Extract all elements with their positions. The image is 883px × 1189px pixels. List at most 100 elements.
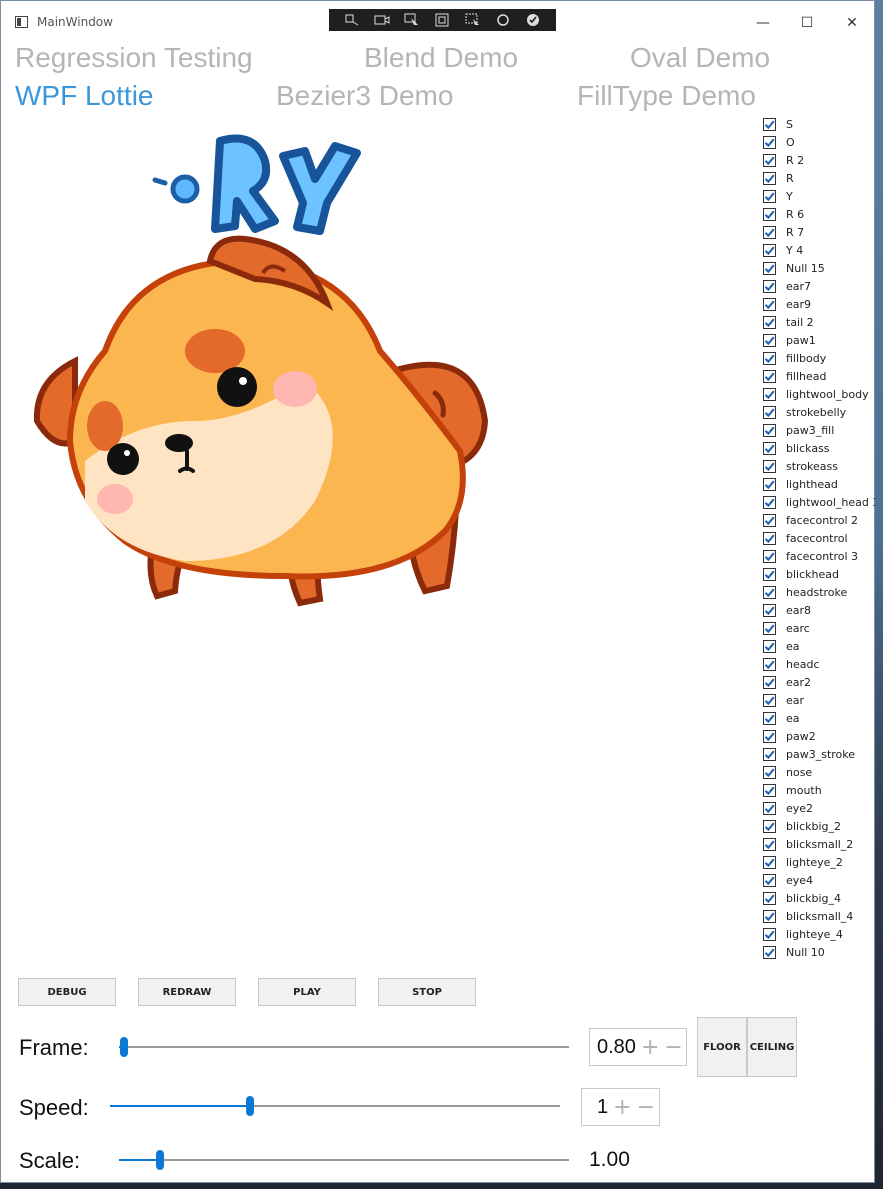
layer-checkbox[interactable] [763, 945, 776, 959]
layer-item[interactable]: R [761, 169, 875, 187]
speed-increment-button[interactable]: + [613, 1095, 631, 1120]
layer-checkbox[interactable] [763, 369, 776, 383]
layer-checkbox[interactable] [763, 135, 776, 149]
debug-button[interactable]: DEBUG [18, 978, 116, 1006]
layer-item[interactable]: Null 15 [761, 259, 875, 277]
layer-item[interactable]: ear9 [761, 295, 875, 313]
live-tree-icon[interactable] [344, 13, 360, 27]
layer-item[interactable]: lightwool_body [761, 385, 875, 403]
layer-checkbox[interactable] [763, 531, 776, 545]
speed-decrement-button[interactable]: − [637, 1095, 655, 1120]
layer-checkbox[interactable] [763, 603, 776, 617]
layer-checkbox[interactable] [763, 189, 776, 203]
layer-checkbox[interactable] [763, 585, 776, 599]
nav-oval-demo[interactable]: Oval Demo [630, 42, 770, 74]
layer-checkbox[interactable] [763, 459, 776, 473]
layer-item[interactable]: paw2 [761, 727, 875, 745]
hot-reload-icon[interactable] [495, 13, 511, 27]
layer-item[interactable]: eye2 [761, 799, 875, 817]
layer-checkbox[interactable] [763, 837, 776, 851]
layer-item[interactable]: facecontrol 2 [761, 511, 875, 529]
layer-item[interactable]: ear7 [761, 277, 875, 295]
layer-checkbox[interactable] [763, 387, 776, 401]
layer-checkbox[interactable] [763, 423, 776, 437]
layer-item[interactable]: eye4 [761, 871, 875, 889]
speed-value[interactable]: 1 [582, 1096, 608, 1119]
scale-slider[interactable] [119, 1150, 569, 1170]
layer-checkbox[interactable] [763, 495, 776, 509]
layer-item[interactable]: strokebelly [761, 403, 875, 421]
layer-checkbox[interactable] [763, 909, 776, 923]
maximize-button[interactable]: ☐ [796, 13, 818, 33]
layer-item[interactable]: blickass [761, 439, 875, 457]
layer-item[interactable]: blickbig_4 [761, 889, 875, 907]
layer-checkbox[interactable] [763, 621, 776, 635]
speed-numeric-input[interactable]: 1 + − [581, 1088, 660, 1126]
layer-checkbox[interactable] [763, 261, 776, 275]
layer-checkbox[interactable] [763, 891, 776, 905]
layer-checkbox[interactable] [763, 675, 776, 689]
layer-checkbox[interactable] [763, 765, 776, 779]
layer-checkbox[interactable] [763, 729, 776, 743]
layer-item[interactable]: blicksmall_4 [761, 907, 875, 925]
layer-checkbox[interactable] [763, 747, 776, 761]
layer-item[interactable]: earc [761, 619, 875, 637]
layer-checkbox[interactable] [763, 657, 776, 671]
frame-numeric-input[interactable]: 0.80 + − [589, 1028, 687, 1066]
layer-checkbox[interactable] [763, 153, 776, 167]
layer-item[interactable]: fillhead [761, 367, 875, 385]
nav-wpf-lottie[interactable]: WPF Lottie [15, 80, 153, 112]
layer-item[interactable]: facecontrol 3 [761, 547, 875, 565]
layer-item[interactable]: O [761, 133, 875, 151]
video-icon[interactable] [374, 13, 390, 27]
speed-slider-thumb[interactable] [245, 1096, 254, 1116]
minimize-button[interactable]: — [752, 13, 774, 33]
layer-item[interactable]: ea [761, 709, 875, 727]
ceiling-button[interactable]: CEILING [747, 1017, 797, 1077]
layer-checkbox[interactable] [763, 855, 776, 869]
layer-item[interactable]: ear8 [761, 601, 875, 619]
play-button[interactable]: PLAY [258, 978, 356, 1006]
frame-slider-thumb[interactable] [119, 1037, 128, 1057]
layer-item[interactable]: lighthead [761, 475, 875, 493]
check-icon[interactable] [525, 13, 541, 27]
layer-item[interactable]: headc [761, 655, 875, 673]
layer-item[interactable]: ear2 [761, 673, 875, 691]
layer-checkbox[interactable] [763, 207, 776, 221]
layer-item[interactable]: nose [761, 763, 875, 781]
layer-item[interactable]: paw3_fill [761, 421, 875, 439]
layer-checkbox[interactable] [763, 783, 776, 797]
layer-item[interactable]: headstroke [761, 583, 875, 601]
close-button[interactable]: ✕ [841, 13, 863, 33]
speed-slider[interactable] [110, 1096, 560, 1116]
layer-item[interactable]: Y 4 [761, 241, 875, 259]
layer-item[interactable]: blickbig_2 [761, 817, 875, 835]
track-focus-icon[interactable] [465, 13, 481, 27]
layer-checkbox[interactable] [763, 801, 776, 815]
layer-item[interactable]: fillbody [761, 349, 875, 367]
layer-item[interactable]: paw1 [761, 331, 875, 349]
select-element-icon[interactable] [404, 13, 420, 27]
layer-item[interactable]: R 7 [761, 223, 875, 241]
layer-checkbox[interactable] [763, 315, 776, 329]
layer-item[interactable]: Null 10 [761, 943, 875, 961]
layer-checkbox[interactable] [763, 351, 776, 365]
layer-checkbox[interactable] [763, 333, 776, 347]
layer-item[interactable]: facecontrol [761, 529, 875, 547]
layer-checkbox[interactable] [763, 225, 776, 239]
layer-checkbox[interactable] [763, 279, 776, 293]
layer-item[interactable]: paw3_stroke [761, 745, 875, 763]
scale-slider-thumb[interactable] [155, 1150, 164, 1170]
layer-checkbox[interactable] [763, 549, 776, 563]
frame-decrement-button[interactable]: − [664, 1035, 682, 1060]
frame-value[interactable]: 0.80 [590, 1036, 636, 1059]
layer-checkbox[interactable] [763, 711, 776, 725]
stop-button[interactable]: STOP [378, 978, 476, 1006]
layer-checkbox[interactable] [763, 693, 776, 707]
nav-filltype-demo[interactable]: FillType Demo [577, 80, 756, 112]
layer-checkbox[interactable] [763, 117, 776, 131]
layer-item[interactable]: R 2 [761, 151, 875, 169]
nav-regression-testing[interactable]: Regression Testing [15, 42, 253, 74]
floor-button[interactable]: FLOOR [697, 1017, 747, 1077]
layer-checkbox[interactable] [763, 441, 776, 455]
